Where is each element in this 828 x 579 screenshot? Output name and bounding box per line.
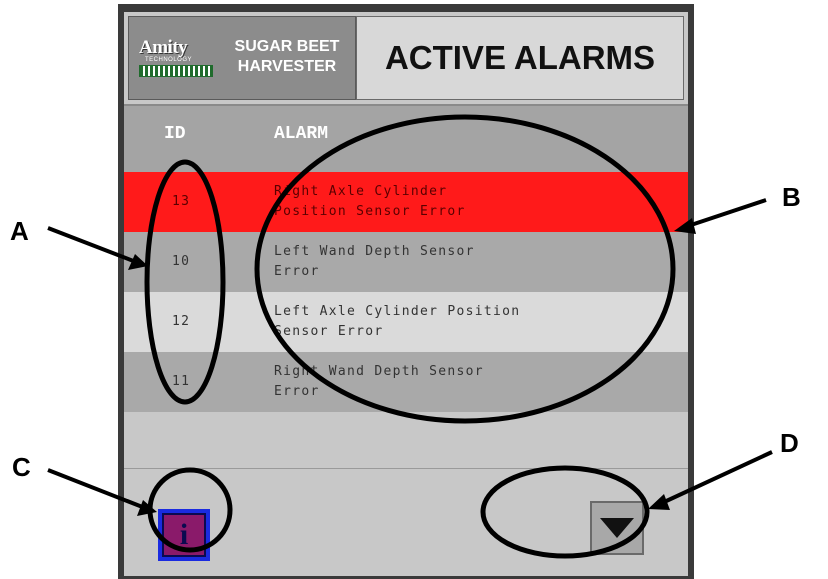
alarm-id: 11: [172, 374, 191, 389]
alarm-row[interactable]: 12 Left Axle Cylinder Position Sensor Er…: [124, 292, 688, 352]
logo-stripe: [139, 65, 213, 77]
column-header-alarm: ALARM: [274, 124, 329, 144]
info-button[interactable]: i: [158, 509, 210, 561]
annotation-label-c: C: [12, 452, 31, 482]
logo-subtitle: TECHNOLOGY: [145, 57, 193, 63]
alarm-text: Left Wand Depth Sensor Error: [274, 244, 475, 279]
table-empty-area: [124, 412, 688, 468]
alarm-text: Right Axle Cylinder Position Sensor Erro…: [274, 184, 466, 219]
scroll-down-button[interactable]: [590, 501, 644, 555]
alarm-text: Left Axle Cylinder Position Sensor Error: [274, 304, 521, 339]
alarm-row-active[interactable]: 13 Right Axle Cylinder Position Sensor E…: [124, 172, 688, 232]
alarm-text: Right Wand Depth Sensor Error: [274, 364, 484, 399]
info-icon: i: [162, 513, 206, 557]
screen-header: Amity TECHNOLOGY SUGAR BEET HARVESTER AC…: [124, 12, 688, 104]
annotation-label-d: D: [780, 428, 799, 458]
alarm-screen: Amity TECHNOLOGY SUGAR BEET HARVESTER AC…: [124, 12, 688, 576]
brand-block: Amity TECHNOLOGY SUGAR BEET HARVESTER: [128, 16, 356, 100]
column-header-id: ID: [164, 124, 186, 144]
alarm-id: 12: [172, 314, 191, 329]
annotation-arrow-b: [687, 198, 767, 228]
alarm-id: 13: [172, 194, 191, 209]
screen-footer: i: [124, 468, 688, 576]
arrow-down-icon: [600, 518, 634, 538]
alarm-row[interactable]: 10 Left Wand Depth Sensor Error: [124, 232, 688, 292]
logo-word: Amity: [139, 37, 188, 58]
brand-line-1: SUGAR BEET: [234, 38, 340, 55]
hmi-device: Amity TECHNOLOGY SUGAR BEET HARVESTER AC…: [118, 4, 694, 579]
amity-logo: Amity TECHNOLOGY: [139, 37, 213, 81]
alarm-row[interactable]: 11 Right Wand Depth Sensor Error: [124, 352, 688, 412]
alarm-id: 10: [172, 254, 191, 269]
page-title: ACTIVE ALARMS: [356, 16, 684, 100]
brand-line-2: HARVESTER: [237, 58, 337, 75]
brand-title: SUGAR BEET HARVESTER: [221, 37, 353, 77]
annotation-label-a: A: [10, 216, 29, 246]
annotation-label-b: B: [782, 182, 801, 212]
table-header: ID ALARM: [124, 104, 688, 174]
